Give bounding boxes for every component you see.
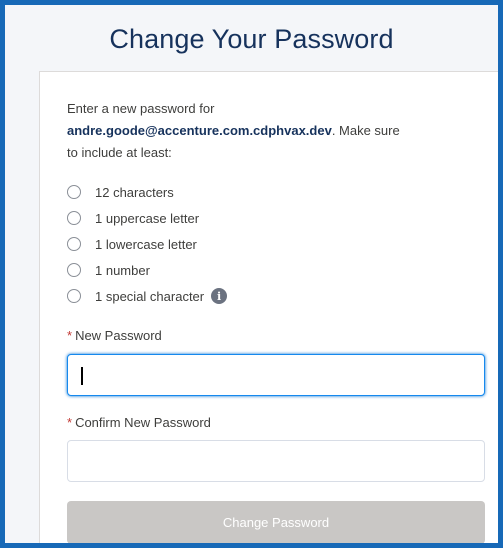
requirement-status-icon (67, 263, 81, 277)
requirement-label: 12 characters (95, 184, 174, 200)
required-marker: * (67, 328, 73, 343)
requirement-status-icon (67, 211, 81, 225)
confirm-password-label-text: Confirm New Password (75, 415, 211, 430)
requirement-item: 1 lowercase letter (67, 231, 227, 257)
requirement-item: 12 characters (67, 179, 227, 205)
requirement-item: 1 special character i (67, 283, 228, 309)
required-marker: * (67, 415, 73, 430)
intro-text: Enter a new password for andre.goode@acc… (67, 98, 487, 164)
confirm-password-label: * Confirm New Password (67, 415, 211, 430)
user-email: andre.goode@accenture.com.cdphvax.dev (67, 123, 332, 138)
confirm-password-input[interactable] (67, 440, 485, 482)
requirement-label: 1 lowercase letter (95, 236, 197, 252)
requirement-item: 1 uppercase letter (67, 205, 227, 231)
requirement-item: 1 number (67, 257, 227, 283)
info-icon[interactable]: i (211, 288, 228, 304)
header: Change Your Password (5, 5, 498, 67)
intro-line-3: to include at least: (67, 145, 172, 160)
page-frame: Change Your Password Enter a new passwor… (0, 0, 503, 548)
requirements-list: 12 characters 1 uppercase letter 1 lower… (67, 179, 228, 309)
page-title: Change Your Password (109, 24, 394, 54)
requirement-status-icon (67, 185, 81, 199)
change-password-button[interactable]: Change Password (67, 501, 485, 543)
requirement-status-icon (67, 237, 81, 251)
text-caret (81, 367, 83, 385)
requirement-label: 1 number (95, 262, 150, 278)
new-password-input[interactable] (67, 354, 485, 396)
password-card: Enter a new password for andre.goode@acc… (39, 71, 498, 543)
requirement-status-icon (67, 289, 81, 303)
new-password-label-text: New Password (75, 328, 162, 343)
intro-line-1: Enter a new password for (67, 101, 215, 116)
requirement-label: 1 uppercase letter (95, 210, 200, 226)
intro-line-2: andre.goode@accenture.com.cdphvax.dev. M… (67, 120, 487, 142)
intro-line-2-suffix: . Make sure (331, 123, 400, 138)
requirement-label: 1 special character (95, 288, 205, 304)
new-password-label: * New Password (67, 328, 162, 343)
